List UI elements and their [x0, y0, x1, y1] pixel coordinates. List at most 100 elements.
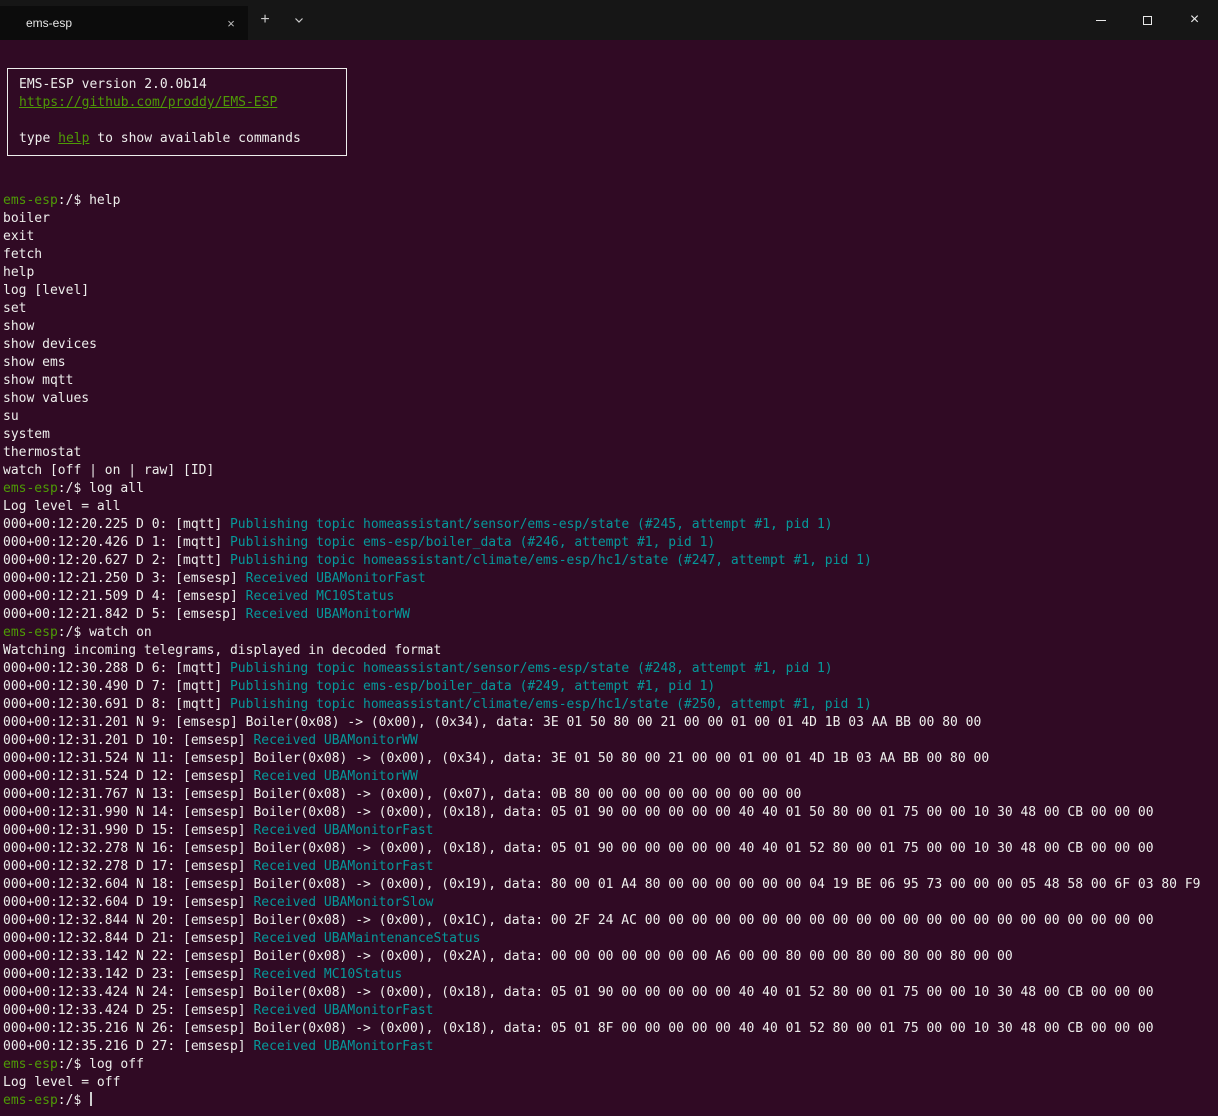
text-segment: 000+00:12:33.424 N 24: [emsesp] Boiler(0… [3, 985, 1154, 1000]
text-segment: 000+00:12:20.426 D 1: [mqtt] [3, 535, 230, 550]
terminal-line: 000+00:12:33.424 D 25: [emsesp] Received… [3, 1002, 1215, 1020]
text-segment: Received UBAMonitorWW [246, 607, 410, 622]
terminal-line: ems-esp:/$ log all [3, 480, 1215, 498]
text-segment: 000+00:12:20.627 D 2: [mqtt] [3, 553, 230, 568]
terminal-line: 000+00:12:20.426 D 1: [mqtt] Publishing … [3, 534, 1215, 552]
cursor [90, 1092, 92, 1106]
minimize-icon [1096, 20, 1106, 21]
terminal-line: 000+00:12:32.604 N 18: [emsesp] Boiler(0… [3, 876, 1215, 894]
terminal-line: watch [off | on | raw] [ID] [3, 462, 1215, 480]
terminal-line: log [level] [3, 282, 1215, 300]
terminal-line: 000+00:12:30.490 D 7: [mqtt] Publishing … [3, 678, 1215, 696]
text-segment: 000+00:12:30.288 D 6: [mqtt] [3, 661, 230, 676]
text-segment: 000+00:12:31.201 D 10: [emsesp] [3, 733, 253, 748]
chevron-down-icon [293, 14, 305, 26]
terminal-line: 000+00:12:32.278 N 16: [emsesp] Boiler(0… [3, 840, 1215, 858]
close-button[interactable]: × [1171, 0, 1218, 40]
text-segment: help [3, 265, 34, 280]
terminal-line: su [3, 408, 1215, 426]
text-segment: Received UBAMonitorFast [246, 571, 426, 586]
text-segment: Publishing topic homeassistant/sensor/em… [230, 517, 833, 532]
terminal-line: 000+00:12:33.424 N 24: [emsesp] Boiler(0… [3, 984, 1215, 1002]
text-segment: Log level = off [3, 1075, 120, 1090]
text-segment: Received UBAMaintenanceStatus [253, 931, 480, 946]
text-segment: 000+00:12:33.142 D 23: [emsesp] [3, 967, 253, 982]
terminal-line: 000+00:12:21.509 D 4: [emsesp] Received … [3, 588, 1215, 606]
text-segment: 000+00:12:31.767 N 13: [emsesp] Boiler(0… [3, 787, 801, 802]
banner-box: EMS-ESP version 2.0.0b14https://github.c… [7, 68, 347, 156]
terminal-line: 000+00:12:35.216 D 27: [emsesp] Received… [3, 1038, 1215, 1056]
text-segment: Received MC10Status [253, 967, 402, 982]
maximize-button[interactable] [1124, 0, 1171, 40]
text-segment: Received UBAMonitorFast [253, 859, 433, 874]
terminal-line: Log level = all [3, 498, 1215, 516]
text-segment: :/$ help [58, 193, 121, 208]
terminal-link[interactable]: https://github.com/proddy/EMS-ESP [19, 95, 277, 110]
text-segment: 000+00:12:21.509 D 4: [emsesp] [3, 589, 246, 604]
text-segment: 000+00:12:31.201 N 9: [emsesp] Boiler(0x… [3, 715, 981, 730]
text-segment: Received UBAMonitorFast [253, 823, 433, 838]
text-segment: boiler [3, 211, 50, 226]
text-segment: 000+00:12:21.250 D 3: [emsesp] [3, 571, 246, 586]
terminal-screen[interactable]: EMS-ESP version 2.0.0b14https://github.c… [0, 40, 1218, 1116]
text-segment: to show available commands [89, 131, 300, 146]
terminal-line: 000+00:12:31.524 D 12: [emsesp] Received… [3, 768, 1215, 786]
terminal-line: fetch [3, 246, 1215, 264]
terminal-line: 000+00:12:21.250 D 3: [emsesp] Received … [3, 570, 1215, 588]
tab-close-icon[interactable]: × [222, 14, 240, 32]
maximize-icon [1143, 16, 1152, 25]
terminal-window: ems-esp × + × EMS-ESP version 2.0.0b14ht… [0, 0, 1218, 1116]
terminal-line: set [3, 300, 1215, 318]
terminal-line: ems-esp:/$ log off [3, 1056, 1215, 1074]
banner-line [19, 112, 335, 130]
text-segment: Received UBAMonitorWW [253, 733, 417, 748]
text-segment: system [3, 427, 50, 442]
text-segment: ems-esp [3, 481, 58, 496]
terminal-line: 000+00:12:31.201 N 9: [emsesp] Boiler(0x… [3, 714, 1215, 732]
text-segment: 000+00:12:35.216 D 27: [emsesp] [3, 1039, 253, 1054]
tab-ems-esp[interactable]: ems-esp × [0, 6, 248, 40]
terminal-line: ems-esp:/$ [3, 1092, 1215, 1110]
text-segment: watch [off | on | raw] [ID] [3, 463, 214, 478]
banner-line: https://github.com/proddy/EMS-ESP [19, 94, 335, 112]
terminal-line: 000+00:12:20.627 D 2: [mqtt] Publishing … [3, 552, 1215, 570]
text-segment: 000+00:12:21.842 D 5: [emsesp] [3, 607, 246, 622]
text-segment: Log level = all [3, 499, 120, 514]
text-segment: 000+00:12:31.524 N 11: [emsesp] Boiler(0… [3, 751, 989, 766]
terminal-line: 000+00:12:20.225 D 0: [mqtt] Publishing … [3, 516, 1215, 534]
terminal-line: show mqtt [3, 372, 1215, 390]
new-tab-button[interactable]: + [248, 0, 282, 40]
text-segment: ems-esp [3, 1057, 58, 1072]
text-segment: Received UBAMonitorSlow [253, 895, 433, 910]
terminal-line: 000+00:12:33.142 N 22: [emsesp] Boiler(0… [3, 948, 1215, 966]
terminal-line: 000+00:12:31.524 N 11: [emsesp] Boiler(0… [3, 750, 1215, 768]
text-segment: 000+00:12:31.524 D 12: [emsesp] [3, 769, 253, 784]
terminal-line: 000+00:12:31.990 D 15: [emsesp] Received… [3, 822, 1215, 840]
terminal-line: thermostat [3, 444, 1215, 462]
terminal-line: 000+00:12:31.990 N 14: [emsesp] Boiler(0… [3, 804, 1215, 822]
text-segment: Received UBAMonitorFast [253, 1039, 433, 1054]
terminal-line: help [3, 264, 1215, 282]
terminal-line: 000+00:12:32.604 D 19: [emsesp] Received… [3, 894, 1215, 912]
text-segment: 000+00:12:32.604 N 18: [emsesp] Boiler(0… [3, 877, 1200, 892]
text-segment: show ems [3, 355, 66, 370]
terminal-line: show devices [3, 336, 1215, 354]
terminal-line: boiler [3, 210, 1215, 228]
text-segment: 000+00:12:31.990 D 15: [emsesp] [3, 823, 253, 838]
text-segment: 000+00:12:30.691 D 8: [mqtt] [3, 697, 230, 712]
text-segment: Received UBAMonitorFast [253, 1003, 433, 1018]
text-segment: show devices [3, 337, 97, 352]
text-segment: 000+00:12:32.844 D 21: [emsesp] [3, 931, 253, 946]
text-segment: 000+00:12:35.216 N 26: [emsesp] Boiler(0… [3, 1021, 1154, 1036]
text-segment: :/$ log off [58, 1057, 144, 1072]
text-segment: 000+00:12:33.142 N 22: [emsesp] Boiler(0… [3, 949, 1013, 964]
titlebar: ems-esp × + × [0, 0, 1218, 40]
text-segment: Watching incoming telegrams, displayed i… [3, 643, 441, 658]
text-segment: fetch [3, 247, 42, 262]
minimize-button[interactable] [1077, 0, 1124, 40]
tab-dropdown-button[interactable] [282, 0, 316, 40]
text-segment: Received UBAMonitorWW [253, 769, 417, 784]
terminal-link[interactable]: help [58, 131, 89, 146]
text-segment: ems-esp [3, 1093, 58, 1108]
banner-line: type help to show available commands [19, 130, 335, 148]
